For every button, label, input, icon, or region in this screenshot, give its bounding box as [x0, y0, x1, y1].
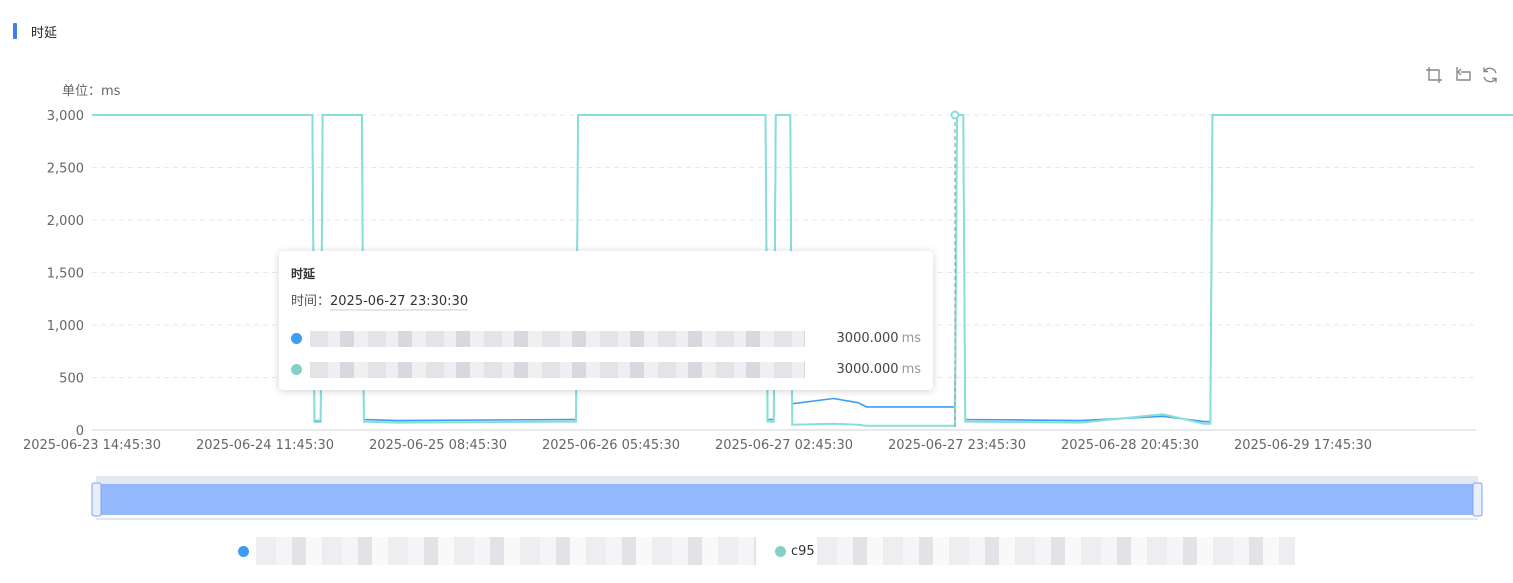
- legend-dot: [775, 545, 786, 557]
- tooltip-time: 时间：2025-06-27 23:30:30: [291, 290, 921, 311]
- x-tick-label: 2025-06-23 14:45:30: [23, 438, 161, 453]
- y-tick-label: 0: [76, 424, 84, 439]
- y-tick-label: 2,500: [47, 162, 84, 177]
- y-tick-label: 1,000: [47, 319, 84, 334]
- x-tick-label: 2025-06-24 11:45:30: [196, 438, 334, 453]
- tooltip-value: 3000.000: [836, 331, 899, 346]
- x-tick-label: 2025-06-26 05:45:30: [542, 438, 680, 453]
- x-tick-label: 2025-06-27 02:45:30: [715, 438, 853, 453]
- x-tick-label: 2025-06-28 20:45:30: [1061, 438, 1199, 453]
- tooltip-value: 3000.000: [836, 362, 899, 377]
- y-tick-label: 3,000: [47, 109, 84, 124]
- tooltip-series-name-redacted: [310, 361, 805, 378]
- undo-crop-icon[interactable]: [1453, 66, 1471, 84]
- y-axis-ticks: 3,000 2,500 2,000 1,500 1,000 500 0: [47, 109, 84, 439]
- tooltip-time-label: 时间：: [291, 294, 331, 309]
- data-zoom[interactable]: [91, 476, 1483, 520]
- tooltip-series-dot: [291, 364, 302, 375]
- tooltip-row: 3000.000 ms: [291, 354, 921, 385]
- legend-label-redacted: [816, 537, 1295, 565]
- tooltip-series-name-redacted: [310, 330, 805, 347]
- y-tick-label: 2,000: [47, 214, 84, 229]
- y-axis-label: 单位：ms: [62, 84, 121, 99]
- legend-dot: [238, 545, 249, 557]
- refresh-icon[interactable]: [1481, 66, 1499, 84]
- legend-label: c95: [791, 543, 815, 559]
- crop-icon[interactable]: [1425, 66, 1443, 84]
- legend-label-redacted: [256, 537, 756, 565]
- data-zoom-selection: [96, 484, 1478, 515]
- tooltip-time-value: 2025-06-27 23:30:30: [330, 294, 469, 311]
- tooltip-unit: ms: [901, 331, 921, 346]
- data-zoom-left-handle[interactable]: [91, 482, 102, 517]
- data-zoom-right-handle[interactable]: [1472, 482, 1483, 517]
- legend-item[interactable]: [238, 537, 756, 565]
- cursor-point: [950, 110, 960, 120]
- legend-item[interactable]: c95: [775, 537, 1295, 565]
- x-tick-label: 2025-06-27 23:45:30: [888, 438, 1026, 453]
- x-tick-label: 2025-06-25 08:45:30: [369, 438, 507, 453]
- x-tick-label: 2025-06-29 17:45:30: [1234, 438, 1372, 453]
- tooltip-row: 3000.000 ms: [291, 323, 921, 354]
- tooltip-series-dot: [291, 333, 302, 344]
- y-tick-label: 1,500: [47, 267, 84, 282]
- tooltip-title: 时延: [291, 267, 316, 281]
- chart-legend: c95: [0, 537, 1513, 565]
- chart-tooltip: 时延 时间：2025-06-27 23:30:30 3000.000 ms 300…: [279, 251, 933, 390]
- data-zoom-track: [96, 476, 1478, 484]
- x-axis-ticks: 2025-06-23 14:45:30 2025-06-24 11:45:30 20…: [23, 438, 1372, 453]
- chart-toolbar: [1425, 66, 1499, 84]
- y-tick-label: 500: [59, 372, 84, 387]
- tooltip-unit: ms: [901, 362, 921, 377]
